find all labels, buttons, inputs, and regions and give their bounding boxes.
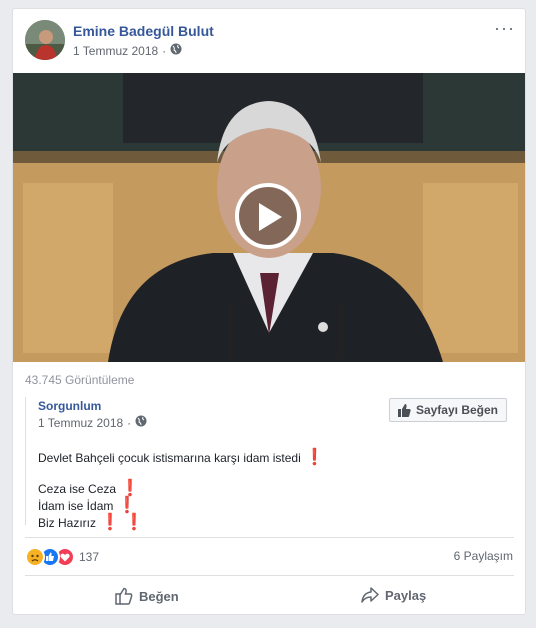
post-card: Emine Badegül Bulut 1 Temmuz 2018 · ··· [12,8,526,615]
shared-date[interactable]: 1 Temmuz 2018 [38,416,123,430]
exclamation-icon: ❗ [304,449,325,466]
shared-author-name[interactable]: Sorgunlum [38,399,101,413]
exclamation-icon: ❗ [100,514,120,531]
thumbs-up-icon [115,587,133,605]
shared-text: İdam ise İdam [38,499,114,513]
shared-text-line: İdam ise İdam ❗ [38,497,138,514]
globe-icon[interactable] [135,415,147,430]
divider [25,575,514,576]
exclamation-icon: ❗ [120,480,140,497]
like-page-button[interactable]: Sayfayı Beğen [388,398,507,422]
like-label: Beğen [139,588,179,604]
thumbs-up-icon [397,403,411,417]
shared-text: Devlet Bahçeli çocuk istismarına karşı i… [38,451,301,465]
shared-text-line: Ceza ise Ceza ❗ [38,480,140,497]
post-date[interactable]: 1 Temmuz 2018 [73,44,158,58]
globe-icon[interactable] [170,43,182,58]
shared-text: Biz Hazırız [38,516,97,530]
post-meta: 1 Temmuz 2018 · [73,43,182,58]
play-icon [259,203,282,231]
video-player[interactable] [13,73,525,362]
shared-text: Ceza ise Ceza [38,482,117,496]
play-button[interactable] [235,183,301,249]
share-arrow-icon [361,587,379,603]
share-count[interactable]: 6 Paylaşım [454,549,513,563]
shared-text-line: Biz Hazırız ❗ ❗ [38,514,144,531]
like-page-label: Sayfayı Beğen [415,403,498,417]
author-name[interactable]: Emine Badegül Bulut [73,23,214,39]
dot-separator: · [127,415,132,430]
author-avatar[interactable] [25,20,65,60]
reaction-count[interactable]: 137 [79,550,99,564]
dot-separator: · [162,43,167,58]
shared-post: Sorgunlum 1 Temmuz 2018 · Sayfayı Beğen … [25,397,515,531]
divider [25,537,514,538]
like-button[interactable]: Beğen [115,587,179,605]
shared-meta: 1 Temmuz 2018 · [38,415,147,430]
sad-reaction-icon [25,547,45,567]
reaction-summary[interactable]: 137 [25,547,99,567]
view-count: 43.745 Görüntüleme [25,373,135,387]
exclamation-icon: ❗ [117,497,138,514]
more-options-icon[interactable]: ··· [494,19,515,37]
exclamation-icon: ❗ [123,514,144,531]
share-button[interactable]: Paylaş [361,587,426,603]
shared-text-line: Devlet Bahçeli çocuk istismarına karşı i… [38,449,325,466]
share-label: Paylaş [385,587,427,603]
